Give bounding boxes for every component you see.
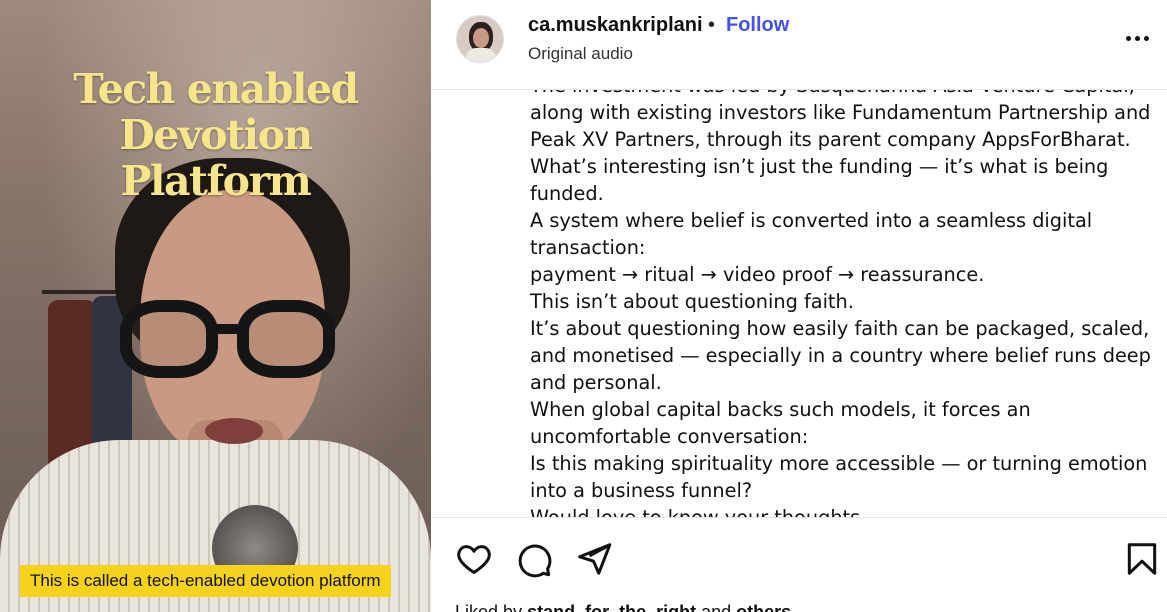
separator-dot: • [708, 14, 716, 36]
caption-line: When global capital backs such models, i… [530, 398, 1031, 421]
post-header: ca.muskankriplani • Follow Original audi… [431, 0, 1167, 90]
caption-line: payment → ritual → video proof → reassur… [530, 263, 985, 286]
liked-by-and: and [701, 602, 732, 612]
post-panel: ca.muskankriplani • Follow Original audi… [431, 0, 1167, 612]
caption-line: funded. [530, 182, 604, 205]
caption-line: along with existing investors like Funda… [530, 101, 1151, 124]
liked-by-prefix: Liked by [455, 602, 523, 612]
liked-by-summary: Liked by stand_for_the_right and others [455, 602, 791, 612]
follow-button[interactable]: Follow [726, 14, 789, 37]
comment-icon[interactable] [515, 540, 553, 578]
bookmark-icon[interactable] [1123, 540, 1161, 578]
video-subtitle: This is called a tech-enabled devotion p… [20, 565, 391, 597]
caption-line: and personal. [530, 371, 662, 394]
reel-video[interactable]: Tech enabled Devotion Platform This is c… [0, 0, 431, 612]
caption-line: transaction: [530, 236, 646, 259]
audio-link[interactable]: Original audio [528, 44, 633, 64]
caption-line: It’s about questioning how easily faith … [530, 317, 1150, 340]
video-title-overlay: Tech enabled Devotion Platform [0, 66, 431, 204]
more-horizontal-icon[interactable] [1126, 28, 1152, 48]
heart-icon[interactable] [455, 540, 493, 578]
caption-line: into a business funnel? [530, 479, 753, 502]
username-link[interactable]: ca.muskankriplani [528, 14, 703, 37]
caption-line: Would love to know your thoughts. [530, 504, 1150, 517]
avatar[interactable] [456, 15, 504, 63]
liked-by-user-link[interactable]: stand_for_the_right [527, 602, 696, 612]
share-icon[interactable] [575, 540, 613, 578]
caption-line: This isn’t about questioning faith. [530, 290, 854, 313]
caption-line: Is this making spirituality more accessi… [530, 452, 1148, 475]
caption-line: Peak XV Partners, through its parent com… [530, 128, 1131, 151]
post-caption[interactable]: The investment was led by Susquehanna As… [431, 70, 1167, 517]
caption-line: and monetised — especially in a country … [530, 344, 1151, 367]
caption-line: What’s interesting isn’t just the fundin… [530, 155, 1109, 178]
post-actions: Liked by stand_for_the_right and others [431, 517, 1167, 612]
caption-line: uncomfortable conversation: [530, 425, 809, 448]
glasses [120, 300, 335, 380]
video-title-line-1: Tech enabled Devotion [73, 65, 359, 159]
caption-line: A system where belief is converted into … [530, 209, 1093, 232]
video-title-line-2: Platform [120, 157, 312, 205]
liked-by-others-link[interactable]: others [736, 602, 791, 612]
